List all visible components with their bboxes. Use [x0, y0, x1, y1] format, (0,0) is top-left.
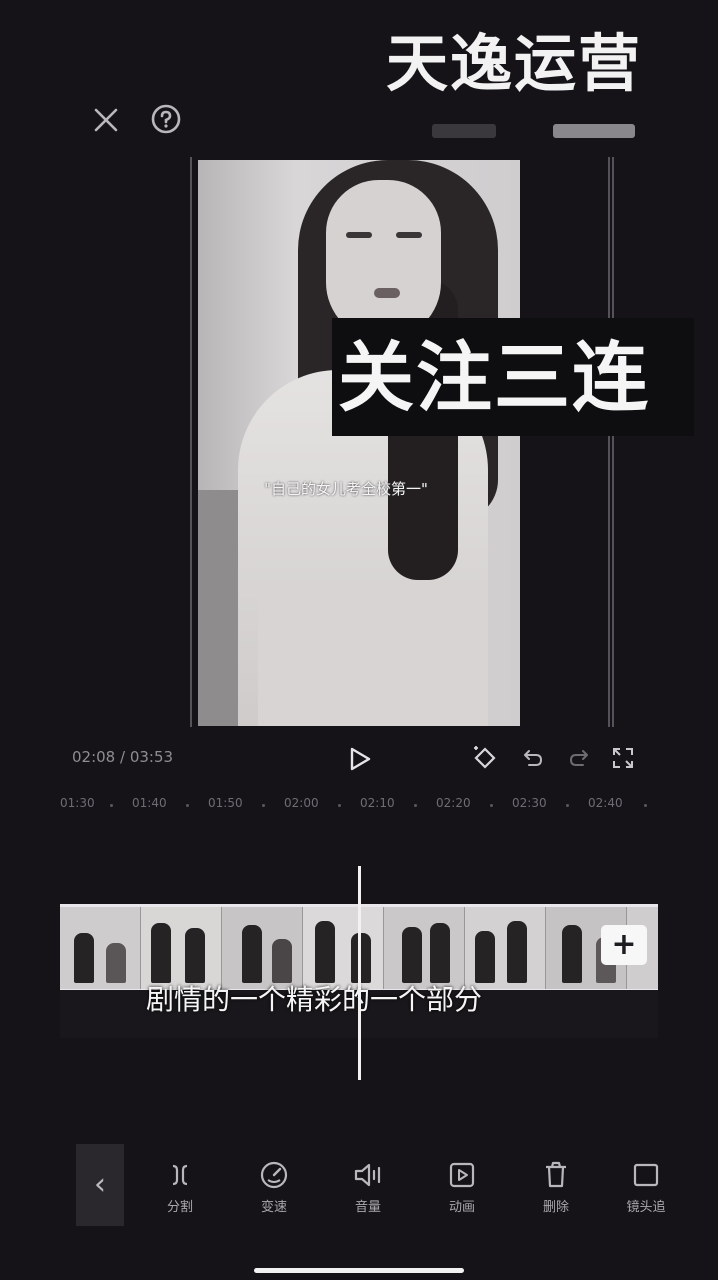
- tool-label: 删除: [542, 1200, 569, 1215]
- delete-icon: [524, 1158, 588, 1192]
- speed-icon: [242, 1158, 306, 1192]
- home-indicator: [254, 1268, 464, 1273]
- tool-label: 音量: [354, 1200, 381, 1215]
- tool-label: 动画: [448, 1200, 475, 1215]
- clip-thumbnail: [222, 907, 303, 989]
- ruler-tick: 02:20: [436, 796, 471, 810]
- time-ruler: 01:30 01:40 01:50 02:00 02:10 02:20 02:3…: [0, 796, 718, 818]
- clip-thumbnail: [384, 907, 465, 989]
- animation-icon: [430, 1158, 494, 1192]
- overlay-text: 关注三连: [338, 333, 650, 422]
- volume-icon: [336, 1158, 400, 1192]
- canvas-guide-line: [608, 157, 610, 727]
- play-icon[interactable]: [344, 742, 376, 776]
- export-button[interactable]: [553, 124, 635, 138]
- animation-button[interactable]: 动画: [430, 1158, 494, 1218]
- clip-thumbnail: [141, 907, 222, 989]
- tracking-button[interactable]: 镜头追: [614, 1158, 678, 1218]
- split-icon: [148, 1158, 212, 1192]
- video-preview[interactable]: [198, 160, 520, 726]
- video-caption: "自己的女儿考全校第一": [264, 480, 428, 498]
- redo-icon[interactable]: [564, 743, 594, 773]
- ruler-tick: 02:40: [588, 796, 623, 810]
- toolbar-back-button[interactable]: ‹: [76, 1144, 124, 1226]
- tracking-icon: [614, 1158, 678, 1192]
- clip-thumbnail: [60, 907, 141, 989]
- add-clip-button[interactable]: +: [601, 925, 647, 965]
- time-total: 03:53: [129, 748, 174, 766]
- subtitle-text: 剧情的一个精彩的一个部分: [146, 983, 483, 1016]
- keyframe-icon[interactable]: [468, 741, 502, 775]
- ruler-tick: 02:30: [512, 796, 547, 810]
- tool-label: 变速: [260, 1200, 287, 1215]
- close-icon[interactable]: [86, 100, 126, 140]
- time-readout: 02:08 / 03:53: [72, 748, 202, 770]
- time-separator: /: [115, 748, 130, 766]
- help-icon[interactable]: [148, 101, 184, 137]
- watermark-text: 天逸运营: [386, 27, 643, 100]
- ruler-tick: 01:50: [208, 796, 243, 810]
- export-resolution-pill[interactable]: [432, 124, 496, 138]
- ruler-tick: 02:10: [360, 796, 395, 810]
- ruler-tick: 01:30: [60, 796, 95, 810]
- clip-thumbnail: [465, 907, 546, 989]
- clip-thumbnail: [303, 907, 384, 989]
- speed-button[interactable]: 变速: [242, 1158, 306, 1218]
- time-current: 02:08: [72, 748, 116, 766]
- tool-label: 镜头追: [626, 1200, 666, 1215]
- volume-button[interactable]: 音量: [336, 1158, 400, 1218]
- split-button[interactable]: 分割: [148, 1158, 212, 1218]
- fullscreen-icon[interactable]: [608, 743, 638, 773]
- ruler-tick: 02:00: [284, 796, 319, 810]
- delete-button[interactable]: 删除: [524, 1158, 588, 1218]
- ruler-tick: 01:40: [132, 796, 167, 810]
- undo-icon[interactable]: [518, 743, 548, 773]
- playhead[interactable]: [358, 866, 361, 1080]
- tool-label: 分割: [166, 1200, 193, 1215]
